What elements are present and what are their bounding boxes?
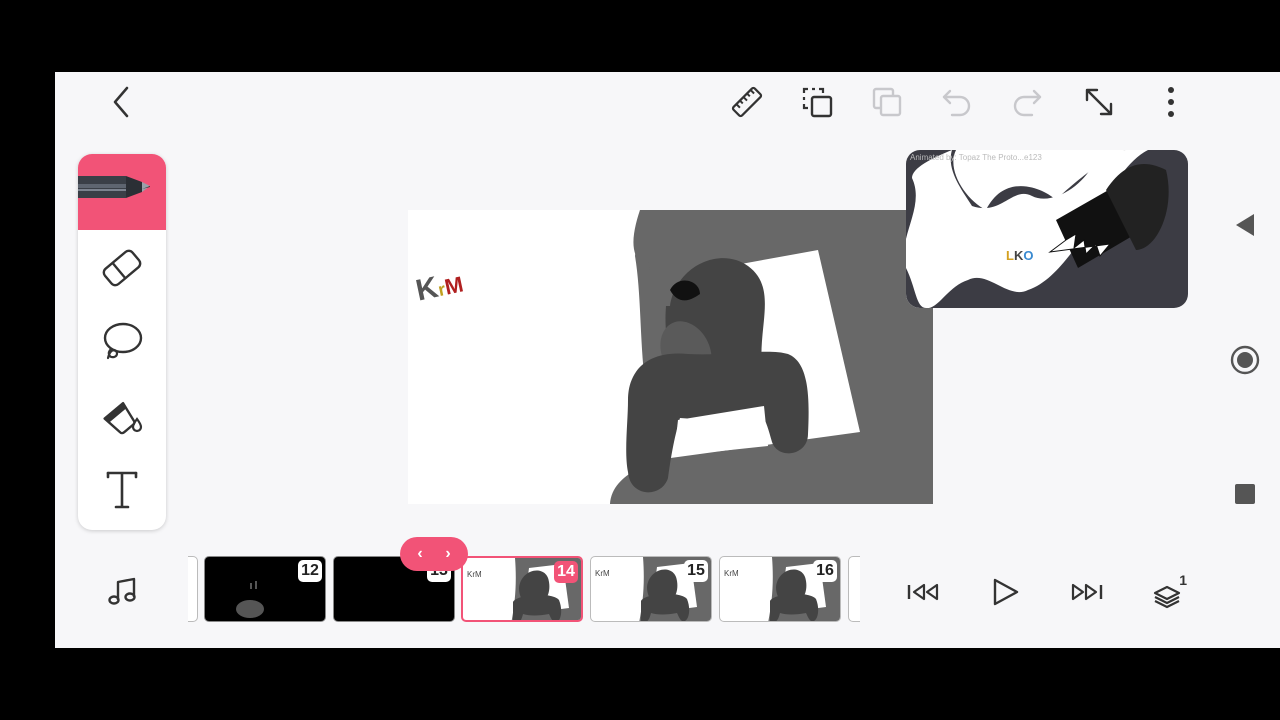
paste-frame-icon (872, 87, 902, 117)
frame-timeline[interactable]: 1 12 13 KrM 14 (188, 550, 860, 628)
fullscreen-button[interactable] (1081, 84, 1117, 120)
copy-frame-button[interactable] (799, 84, 835, 120)
frame-thumbnail-14[interactable]: KrM 14 (461, 556, 583, 622)
back-button[interactable] (103, 84, 139, 120)
tool-panel (78, 154, 166, 530)
frame-number: 1 (188, 560, 194, 582)
preview-logo-k: K (1013, 248, 1024, 263)
reference-preview[interactable]: Animated by: Topaz The Proto...e123 LKO (906, 150, 1188, 308)
frame-number: 15 (684, 560, 708, 582)
more-vertical-icon (1168, 87, 1174, 117)
frame-number: 14 (554, 561, 578, 583)
redo-icon (1013, 89, 1042, 117)
system-back-button[interactable] (1228, 208, 1262, 242)
preview-logo: LKO (1006, 248, 1033, 263)
frame-thumbnail-15[interactable]: KrM 15 (590, 556, 712, 622)
ruler-icon (731, 86, 763, 118)
eraser-icon (102, 249, 142, 287)
triangle-back-icon (1236, 214, 1254, 236)
preview-image (906, 150, 1188, 308)
preview-credit: Animated by: Topaz The Proto...e123 (910, 153, 1042, 162)
system-recents-button[interactable] (1228, 477, 1262, 511)
canvas-drawing (610, 210, 933, 504)
chevron-right-icon[interactable]: › (445, 545, 450, 563)
undo-button[interactable] (939, 84, 975, 120)
lasso-tool[interactable] (92, 314, 152, 370)
last-frame-button[interactable] (1067, 572, 1107, 612)
redo-button[interactable] (1009, 84, 1045, 120)
preview-logo-l: L (1006, 248, 1014, 263)
recents-square-icon (1235, 484, 1255, 504)
fullscreen-icon (1085, 88, 1113, 116)
frame-number: 12 (298, 560, 322, 582)
system-home-button[interactable] (1228, 343, 1262, 377)
frame-thumbnail-11[interactable]: 1 (188, 556, 198, 622)
frame-thumbnail-12[interactable]: 12 (204, 556, 326, 622)
preview-logo-o: O (1023, 248, 1034, 263)
fill-tool[interactable] (92, 388, 152, 444)
first-frame-button[interactable] (903, 572, 943, 612)
fill-bucket-icon (103, 401, 143, 435)
ruler-button[interactable] (729, 84, 765, 120)
frame-number: 16 (813, 560, 837, 582)
frame-signature: KrM (595, 569, 610, 578)
skip-to-start-icon (907, 583, 939, 601)
play-icon (993, 578, 1019, 606)
frame-sig-m: M (603, 569, 610, 578)
frame-sig-m: M (475, 570, 482, 579)
home-circle-icon (1230, 345, 1260, 375)
music-button[interactable] (103, 572, 143, 612)
text-tool[interactable] (92, 462, 152, 518)
frame-sig-m: M (732, 569, 739, 578)
text-tool-icon (106, 471, 138, 509)
paste-frame-button[interactable] (869, 84, 905, 120)
layers-count: 1 (1179, 572, 1187, 588)
more-options-button[interactable] (1153, 84, 1189, 120)
drawing-canvas[interactable]: KrM (408, 210, 933, 504)
pen-tool[interactable] (78, 154, 166, 230)
frame-signature: KrM (724, 569, 739, 578)
music-note-icon (108, 577, 136, 605)
flipaclip-editor: KrM Animated by: Topaz The Proto...e123 … (55, 72, 1210, 648)
layers-button[interactable]: 1 (1149, 572, 1189, 612)
eraser-tool[interactable] (92, 240, 152, 296)
pen-icon (78, 176, 150, 198)
copy-frame-icon (802, 87, 833, 118)
play-button[interactable] (985, 572, 1025, 612)
chevron-left-icon[interactable]: ‹ (417, 545, 422, 563)
frame-signature: KrM (467, 570, 482, 579)
frame-nav-pill[interactable]: ‹ › (400, 537, 468, 571)
frame-thumbnail-17[interactable] (848, 556, 860, 622)
skip-to-end-icon (1071, 583, 1103, 601)
frame-thumbnail-16[interactable]: KrM 16 (719, 556, 841, 622)
chevron-left-icon (113, 86, 129, 118)
lasso-icon (103, 322, 143, 360)
undo-icon (942, 89, 971, 117)
system-navigation-bar (1210, 72, 1280, 648)
